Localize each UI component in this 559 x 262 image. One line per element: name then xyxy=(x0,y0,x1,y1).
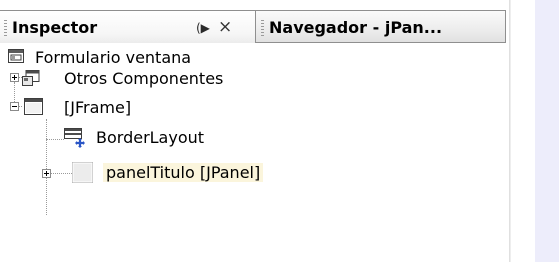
tab-navegador[interactable]: Navegador - jPan... xyxy=(254,10,506,43)
tab-navegador-label: Navegador - jPan... xyxy=(269,18,443,37)
tab-grip xyxy=(261,20,264,36)
panel-icon xyxy=(72,162,93,183)
frame-icon xyxy=(24,98,43,115)
component-tree: Formulario ventana Otros Componentes [JF… xyxy=(0,43,509,262)
tree-node-label: panelTitulo [JPanel] xyxy=(103,163,264,182)
layout-icon xyxy=(64,128,85,148)
tree-node-label: [JFrame] xyxy=(64,98,132,117)
collapse-icon[interactable] xyxy=(10,102,19,111)
expand-icon[interactable] xyxy=(42,169,51,178)
expand-icon[interactable] xyxy=(10,73,19,82)
tree-line xyxy=(14,82,15,102)
components-icon xyxy=(22,70,40,86)
tab-inspector-label: Inspector xyxy=(12,18,98,37)
tab-grip xyxy=(4,20,7,36)
close-icon[interactable]: × xyxy=(218,17,232,37)
tab-inspector[interactable]: Inspector ◀) × xyxy=(0,10,256,43)
tree-node-label: Otros Componentes xyxy=(64,69,224,88)
minimize-icon[interactable]: ◀) xyxy=(196,21,210,35)
tree-line xyxy=(46,139,64,140)
tree-node-label: BorderLayout xyxy=(96,128,205,147)
tree-line xyxy=(46,119,47,215)
tree-node-label: Formulario ventana xyxy=(35,48,192,67)
panel-divider xyxy=(509,0,511,262)
right-panel xyxy=(535,0,559,262)
form-icon xyxy=(8,49,24,63)
